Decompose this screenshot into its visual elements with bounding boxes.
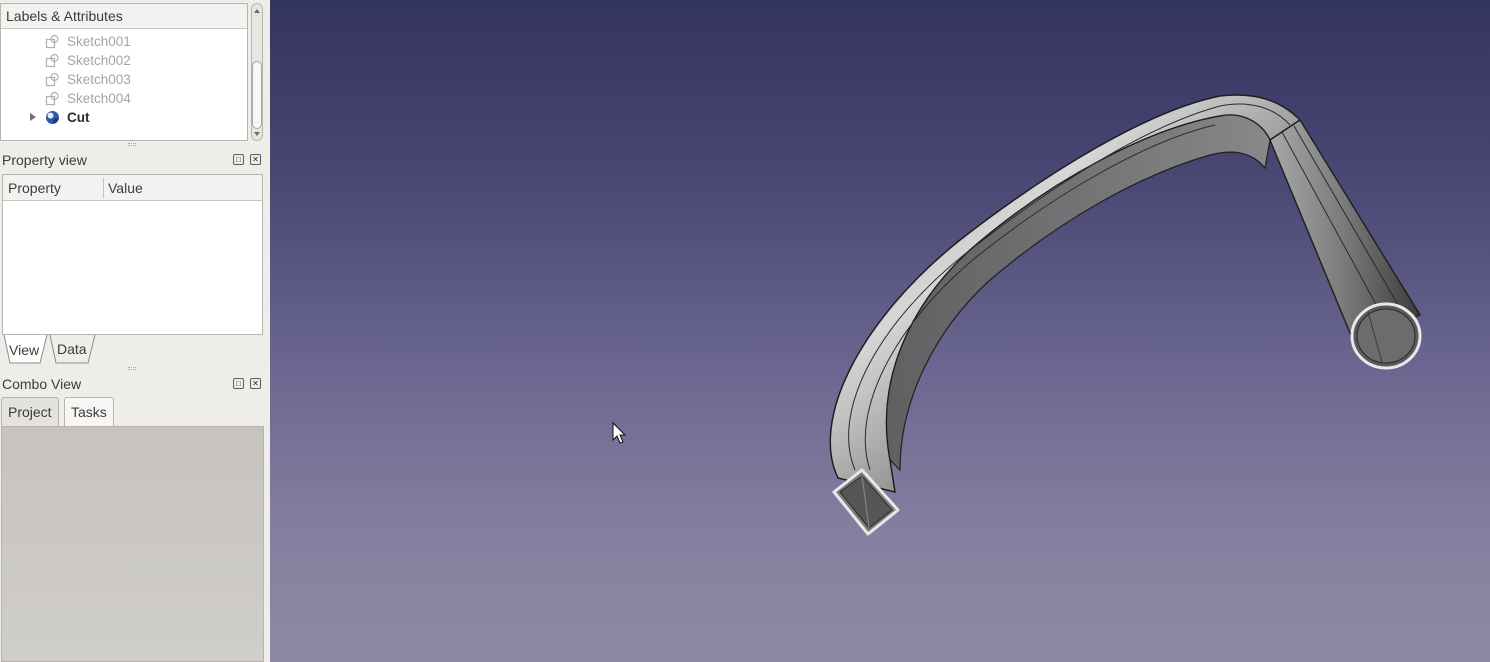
sketch-icon xyxy=(45,34,59,49)
tab-view[interactable]: View xyxy=(9,337,39,365)
float-window-icon[interactable]: □ xyxy=(233,154,244,165)
close-icon[interactable]: ✕ xyxy=(250,378,261,389)
tree-item-label: Cut xyxy=(67,110,90,125)
sketch-icon xyxy=(45,53,59,68)
tree-item-sketch001[interactable]: Sketch001 xyxy=(1,32,247,51)
tree-item-sketch002[interactable]: Sketch002 xyxy=(1,51,247,70)
3d-viewport[interactable] xyxy=(270,0,1490,662)
tree-item-label: Sketch001 xyxy=(67,34,131,49)
tree-item-label: Sketch003 xyxy=(67,72,131,87)
tree-view[interactable]: Labels & Attributes Sketch001 Sketch002 … xyxy=(0,3,248,141)
property-view-title-text: Property view xyxy=(2,152,87,168)
tasks-panel xyxy=(1,426,264,662)
tree-item-cut[interactable]: Cut xyxy=(1,108,247,127)
sketch-icon xyxy=(45,91,59,106)
cut-boolean-icon xyxy=(46,111,59,124)
tree-item-sketch004[interactable]: Sketch004 xyxy=(1,89,247,108)
mouse-cursor-icon xyxy=(612,421,627,444)
property-view-title: Property view xyxy=(2,150,264,170)
tab-tasks[interactable]: Tasks xyxy=(64,397,114,426)
scrollbar-thumb[interactable] xyxy=(252,61,262,129)
tab-project[interactable]: Project xyxy=(1,397,59,426)
tree-scrollbar[interactable] xyxy=(250,3,264,141)
combo-view-title: Combo View xyxy=(2,374,264,394)
3d-scene xyxy=(612,94,1422,536)
column-separator[interactable] xyxy=(103,178,104,198)
left-dock: Labels & Attributes Sketch001 Sketch002 … xyxy=(0,0,270,662)
column-header-property[interactable]: Property xyxy=(8,175,61,201)
sketch-icon xyxy=(45,72,59,87)
property-table-header: Property Value xyxy=(3,175,262,201)
tree-item-sketch003[interactable]: Sketch003 xyxy=(1,70,247,89)
property-table[interactable]: Property Value xyxy=(2,174,263,335)
column-header-value[interactable]: Value xyxy=(108,175,143,201)
combo-view-title-text: Combo View xyxy=(2,376,82,392)
tree-item-label: Sketch002 xyxy=(67,53,131,68)
splitter-handle[interactable] xyxy=(128,367,136,370)
close-icon[interactable]: ✕ xyxy=(250,154,261,165)
scroll-up-icon[interactable] xyxy=(254,9,260,13)
splitter-handle[interactable] xyxy=(128,143,136,146)
tab-data[interactable]: Data xyxy=(57,336,87,364)
tree-item-label: Sketch004 xyxy=(67,91,131,106)
tree-header: Labels & Attributes xyxy=(1,4,247,29)
expand-arrow-icon[interactable] xyxy=(30,113,36,121)
float-window-icon[interactable]: □ xyxy=(233,378,244,389)
cut-model[interactable] xyxy=(829,94,1422,536)
scroll-down-icon[interactable] xyxy=(254,132,260,136)
